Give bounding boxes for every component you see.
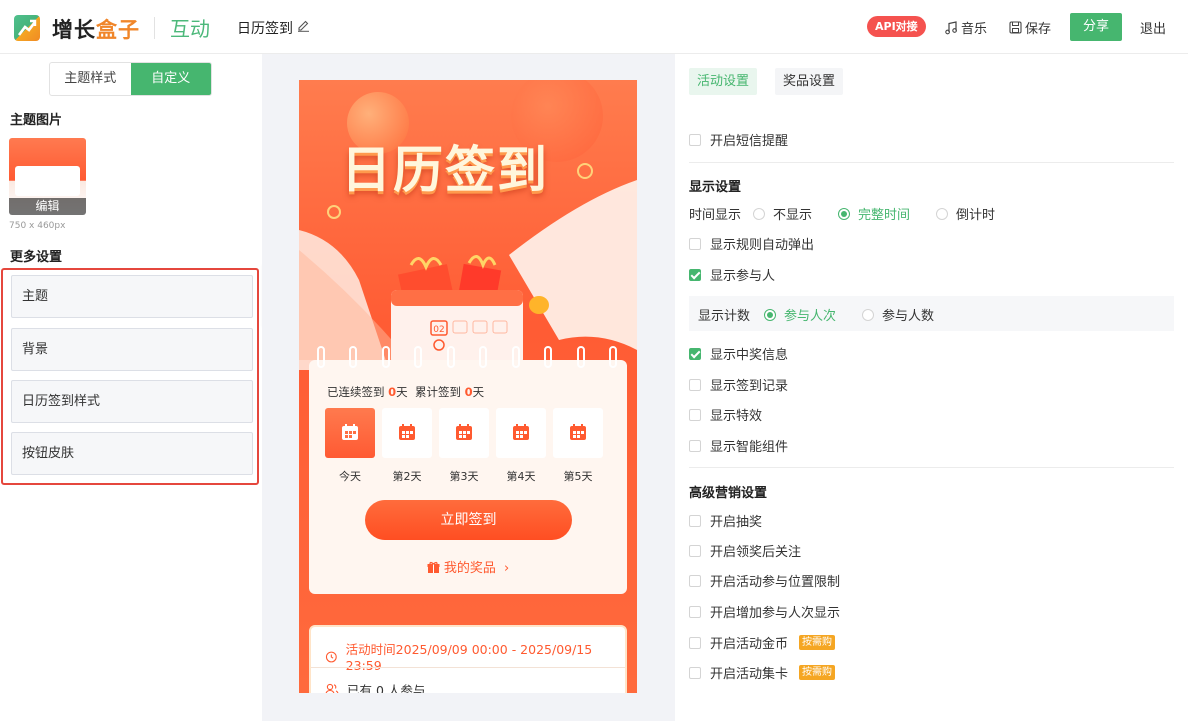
time-display-label: 时间显示 bbox=[689, 208, 742, 223]
sms-reminder-checkbox[interactable]: 开启短信提醒 bbox=[689, 130, 788, 149]
time-display-row: 时间显示 不显示 完整时间 倒计时 bbox=[689, 204, 995, 223]
save-label: 保存 bbox=[1025, 22, 1052, 37]
radio-full-time[interactable] bbox=[838, 207, 851, 220]
signin-now-button[interactable]: 立即签到 bbox=[365, 500, 572, 540]
more-item-background[interactable]: 背景 bbox=[11, 328, 253, 371]
lottery-checkbox[interactable]: 开启抽奖 bbox=[689, 511, 762, 530]
alarm-clock-icon bbox=[325, 651, 337, 662]
day-label-2: 第2天 bbox=[392, 470, 422, 483]
theme-image-title: 主题图片 bbox=[10, 113, 63, 128]
right-settings-panel: 活动设置 奖品设置 开启短信提醒 显示设置 时间显示 不显示 完整时间 倒计时 … bbox=[675, 54, 1188, 721]
preview-canvas: 日历签到 02 已连续签到 0天 累计签到 0天 今天 第2天 第3天 第4天 … bbox=[262, 54, 675, 721]
calendar-icon bbox=[342, 424, 358, 440]
thumbnail-calendar-graphic bbox=[15, 166, 80, 196]
share-button[interactable]: 分享 bbox=[1070, 13, 1122, 41]
chevron-right-icon: › bbox=[504, 561, 510, 576]
more-item-theme[interactable]: 主题 bbox=[11, 275, 253, 318]
tab-theme-style[interactable]: 主题样式 bbox=[50, 63, 131, 95]
info-divider bbox=[311, 667, 625, 668]
calendar-date-digit: 02 bbox=[433, 325, 444, 335]
brand-accent: 盒子 bbox=[96, 18, 140, 42]
save-button[interactable]: 保存 bbox=[1009, 18, 1051, 37]
day-label-today: 今天 bbox=[339, 470, 361, 483]
signin-card: 已连续签到 0天 累计签到 0天 今天 第2天 第3天 第4天 第5天 立即签到… bbox=[309, 346, 627, 594]
radio-countdown[interactable] bbox=[936, 207, 949, 220]
theme-image-thumbnail[interactable]: 编辑 bbox=[9, 138, 86, 215]
preview-title: 日历签到 bbox=[341, 141, 549, 199]
activity-title[interactable]: 日历签到 bbox=[237, 18, 293, 38]
calendar-icon bbox=[570, 424, 586, 440]
day-cell-4[interactable] bbox=[496, 408, 546, 458]
show-signin-record-checkbox[interactable]: 显示签到记录 bbox=[689, 375, 788, 394]
display-settings-title: 显示设置 bbox=[689, 180, 742, 195]
add-participants-display-checkbox[interactable]: 开启增加参与人次显示 bbox=[689, 602, 840, 621]
left-settings-panel: 主题样式 自定义 主题图片 编辑 750 x 460px 更多设置 主题 背景 … bbox=[0, 54, 262, 721]
show-participants-checkbox[interactable]: 显示参与人 bbox=[689, 265, 775, 284]
section-divider bbox=[689, 467, 1174, 468]
gift-icon bbox=[427, 561, 440, 573]
participants-row: 已有 0 人参与 bbox=[325, 680, 425, 693]
count-display-row: 显示计数 参与人次 参与人数 bbox=[698, 305, 934, 324]
day-label-5: 第5天 bbox=[563, 470, 593, 483]
users-icon bbox=[325, 683, 339, 693]
day-label-3: 第3天 bbox=[449, 470, 479, 483]
music-button[interactable]: 音乐 bbox=[944, 18, 987, 37]
more-settings-title: 更多设置 bbox=[10, 250, 63, 265]
module-name: 互动 bbox=[170, 17, 210, 41]
header-divider bbox=[154, 17, 155, 39]
activity-coins-checkbox[interactable]: 开启活动金币 按需购 bbox=[689, 633, 836, 652]
show-winning-info-checkbox[interactable]: 显示中奖信息 bbox=[689, 344, 788, 363]
my-prizes-link[interactable]: 我的奖品 › bbox=[309, 557, 627, 576]
music-label: 音乐 bbox=[961, 22, 988, 37]
location-limit-checkbox[interactable]: 开启活动参与位置限制 bbox=[689, 571, 840, 590]
paid-tag: 按需购 bbox=[799, 635, 836, 650]
day-cell-2[interactable] bbox=[382, 408, 432, 458]
brand-prefix: 增长 bbox=[52, 18, 96, 42]
preview-banner: 日历签到 02 bbox=[299, 80, 637, 380]
exit-button[interactable]: 退出 bbox=[1140, 18, 1166, 37]
rules-popup-checkbox[interactable]: 显示规则自动弹出 bbox=[689, 234, 814, 253]
paid-tag: 按需购 bbox=[799, 665, 836, 680]
advanced-marketing-title: 高级营销设置 bbox=[689, 486, 768, 501]
tab-prize-settings[interactable]: 奖品设置 bbox=[775, 68, 844, 95]
my-prizes-label: 我的奖品 bbox=[443, 561, 496, 576]
api-integration-badge[interactable]: API对接 bbox=[867, 16, 926, 37]
section-divider bbox=[689, 162, 1174, 163]
day-cell-today[interactable] bbox=[325, 408, 375, 458]
participants-text: 已有 0 人参与 bbox=[347, 683, 426, 693]
style-tab-switch: 主题样式 自定义 bbox=[49, 62, 212, 96]
tab-custom[interactable]: 自定义 bbox=[130, 63, 211, 95]
activity-info-card: 活动时间2025/09/09 00:00 - 2025/09/15 23:59 … bbox=[309, 625, 627, 693]
brand-logo-text: 增长盒子 bbox=[52, 14, 140, 44]
save-icon bbox=[1009, 21, 1022, 34]
more-item-button-skin[interactable]: 按钮皮肤 bbox=[11, 432, 253, 475]
card-collection-checkbox[interactable]: 开启活动集卡 按需购 bbox=[689, 663, 836, 682]
radio-participant-count[interactable] bbox=[862, 308, 875, 321]
follow-after-prize-checkbox[interactable]: 开启领奖后关注 bbox=[689, 541, 801, 560]
day-cell-5[interactable] bbox=[553, 408, 603, 458]
more-item-calendar-style[interactable]: 日历签到样式 bbox=[11, 380, 253, 423]
thumbnail-edit-button[interactable]: 编辑 bbox=[9, 198, 86, 215]
logo-icon bbox=[14, 15, 40, 41]
calendar-icon bbox=[513, 424, 529, 440]
radio-participation-times[interactable] bbox=[764, 308, 777, 321]
pencil-icon[interactable] bbox=[297, 19, 310, 36]
mobile-preview: 日历签到 02 已连续签到 0天 累计签到 0天 今天 第2天 第3天 第4天 … bbox=[299, 80, 637, 693]
thumbnail-size-hint: 750 x 460px bbox=[9, 221, 66, 231]
radio-no-display[interactable] bbox=[753, 207, 766, 220]
tab-activity-settings[interactable]: 活动设置 bbox=[689, 68, 758, 95]
more-settings-highlight: 主题 背景 日历签到样式 按钮皮肤 bbox=[1, 268, 259, 485]
calendar-rings bbox=[317, 346, 617, 372]
signin-streak-text: 已连续签到 0天 累计签到 0天 bbox=[327, 385, 485, 399]
count-display-label: 显示计数 bbox=[698, 309, 751, 324]
show-effects-checkbox[interactable]: 显示特效 bbox=[689, 405, 762, 424]
calendar-icon bbox=[456, 424, 472, 440]
calendar-icon bbox=[399, 424, 415, 440]
show-smart-widget-checkbox[interactable]: 显示智能组件 bbox=[689, 436, 788, 455]
music-note-icon bbox=[945, 20, 957, 34]
top-header: 增长盒子 互动 日历签到 API对接 音乐 保存 分享 退出 bbox=[0, 0, 1188, 54]
day-cell-3[interactable] bbox=[439, 408, 489, 458]
day-label-4: 第4天 bbox=[506, 470, 536, 483]
